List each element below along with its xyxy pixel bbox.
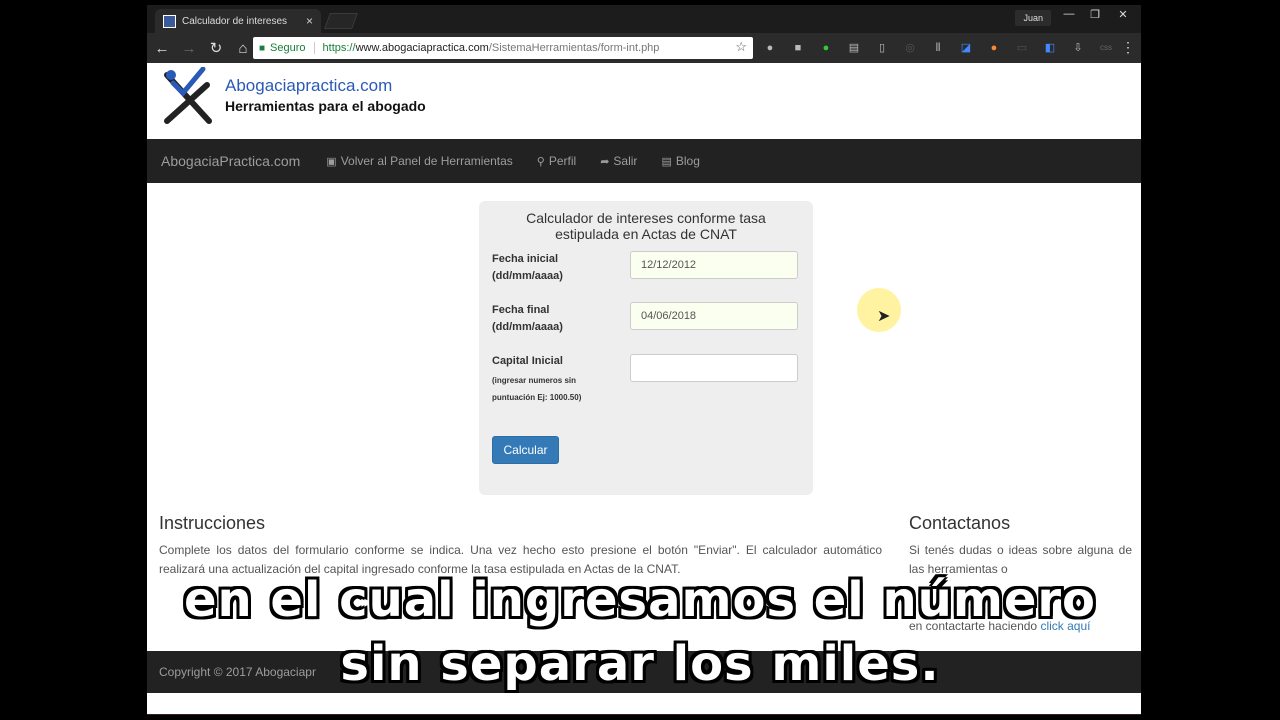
- favicon-icon: [163, 14, 176, 28]
- fecha-final-format: (dd/mm/aaaa): [492, 321, 563, 333]
- nav-salir[interactable]: ➦ Salir: [600, 154, 637, 168]
- browser-toolbar: ← → ↻ ⌂ ■ Seguro https:// www.abogaciapr…: [147, 33, 1141, 63]
- url-host: www.abogaciapractica.com: [355, 42, 489, 54]
- new-tab-button[interactable]: [324, 13, 358, 29]
- nav-label: Salir: [613, 154, 638, 168]
- calcular-button[interactable]: Calcular: [492, 436, 559, 464]
- site-logo-icon[interactable]: [159, 67, 219, 125]
- extension-icon[interactable]: ◪: [957, 39, 975, 57]
- tab-title: Calculador de intereses: [182, 15, 288, 27]
- close-window-button[interactable]: ✕: [1111, 8, 1135, 21]
- extension-icon[interactable]: ●: [761, 39, 779, 57]
- fecha-final-label: Fecha final: [492, 304, 550, 316]
- calculator-form: Calculador de intereses conforme tasa es…: [479, 201, 813, 495]
- forward-icon[interactable]: →: [177, 40, 201, 57]
- subtitle-line1: en el cual ingresamos el número: [183, 572, 1097, 628]
- nav-blog[interactable]: ▤ Blog: [661, 154, 699, 168]
- lock-icon: ■: [259, 42, 266, 54]
- extension-icon[interactable]: ●: [985, 39, 1003, 57]
- nav-label: Volver al Panel de Herramientas: [340, 154, 513, 168]
- bookmark-star-icon[interactable]: ☆: [735, 39, 747, 55]
- nav-label: Blog: [675, 154, 700, 168]
- mouse-cursor-icon: ➤: [877, 308, 891, 325]
- address-bar[interactable]: ■ Seguro https:// www.abogaciapractica.c…: [253, 37, 753, 59]
- instrucciones-title: Instrucciones: [159, 513, 266, 533]
- css-extension-icon[interactable]: css: [1097, 39, 1115, 57]
- sign-out-icon: ➦: [600, 155, 610, 168]
- fecha-inicial-input[interactable]: 12/12/2012: [630, 251, 798, 279]
- download-icon[interactable]: ⇩: [1069, 39, 1087, 57]
- reload-icon[interactable]: ↻: [204, 39, 228, 57]
- extension-icon[interactable]: ▯: [873, 39, 891, 57]
- nav-panel-herramientas[interactable]: ▣ Volver al Panel de Herramientas: [326, 154, 513, 168]
- site-header: Abogaciapractica.com Herramientas para e…: [147, 63, 1141, 139]
- capital-hint-line2: puntuación Ej: 1000.50): [492, 393, 582, 402]
- subtitle-line2: sin separar los miles.: [340, 636, 940, 692]
- main-navbar: AbogaciaPractica.com ▣ Volver al Panel d…: [147, 139, 1141, 183]
- extension-icon[interactable]: ⦀: [929, 39, 947, 57]
- briefcase-icon: ▣: [326, 155, 337, 168]
- fecha-inicial-label: Fecha inicial: [492, 253, 559, 265]
- cast-icon[interactable]: ▭: [1013, 39, 1031, 57]
- browser-menu-icon[interactable]: ⋮: [1121, 39, 1135, 56]
- tab-close-icon[interactable]: ×: [306, 14, 313, 28]
- form-title: Calculador de intereses conforme tasa es…: [479, 210, 813, 242]
- secure-label: Seguro: [270, 42, 315, 54]
- extension-icon[interactable]: ◎: [901, 39, 919, 57]
- back-icon[interactable]: ←: [150, 40, 174, 57]
- capital-input[interactable]: [630, 354, 798, 382]
- site-tagline: Herramientas para el abogado: [225, 98, 426, 114]
- browser-tab[interactable]: Calculador de intereses ×: [155, 9, 321, 33]
- minimize-button[interactable]: —: [1057, 8, 1081, 20]
- profile-chip[interactable]: Juan: [1015, 10, 1051, 26]
- fecha-inicial-format: (dd/mm/aaaa): [492, 270, 563, 282]
- extensions-bar: ● ■ ● ▤ ▯ ◎ ⦀ ◪ ● ▭ ◧ ⇩ css: [761, 39, 1115, 57]
- taskbar-strip: [147, 714, 1141, 715]
- extension-icon[interactable]: ■: [789, 39, 807, 57]
- capital-label: Capital Inicial: [492, 355, 563, 367]
- extension-icon[interactable]: ◧: [1041, 39, 1059, 57]
- contactanos-title: Contactanos: [909, 513, 1011, 533]
- url-path: /SistemaHerramientas/form-int.php: [488, 42, 660, 54]
- maximize-button[interactable]: ❐: [1083, 8, 1107, 21]
- nav-label: Perfil: [548, 154, 577, 168]
- navbar-brand[interactable]: AbogaciaPractica.com: [161, 153, 300, 169]
- user-icon: ⚲: [536, 155, 545, 168]
- fecha-final-input[interactable]: 04/06/2018: [630, 302, 798, 330]
- form-title-line2: estipulada en Actas de CNAT: [555, 226, 737, 242]
- extension-icon[interactable]: ▤: [845, 39, 863, 57]
- form-title-line1: Calculador de intereses conforme tasa: [526, 210, 766, 226]
- nav-perfil[interactable]: ⚲ Perfil: [537, 154, 576, 168]
- newspaper-icon: ▤: [661, 155, 672, 168]
- extension-icon[interactable]: ●: [817, 39, 835, 57]
- screen: Calculador de intereses × Juan — ❐ ✕ ← →…: [0, 0, 1280, 720]
- site-name[interactable]: Abogaciapractica.com: [225, 76, 392, 96]
- home-icon[interactable]: ⌂: [231, 40, 255, 57]
- url-scheme: https://: [322, 42, 356, 54]
- browser-titlebar: Calculador de intereses × Juan — ❐ ✕: [147, 5, 1141, 33]
- capital-hint-line1: (ingresar numeros sin: [492, 376, 577, 385]
